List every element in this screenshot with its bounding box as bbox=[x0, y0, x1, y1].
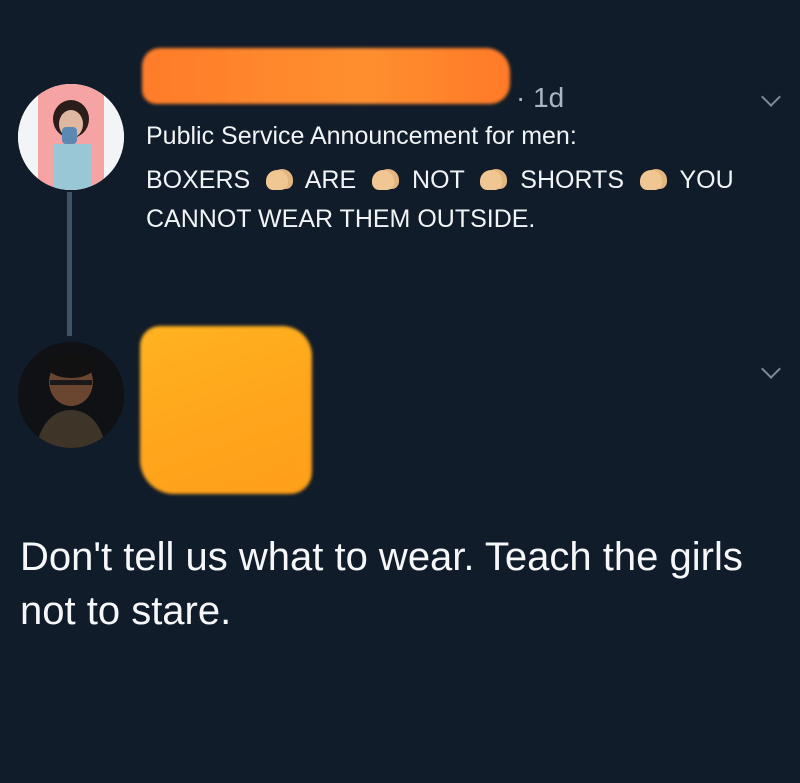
avatar-reply-user[interactable] bbox=[18, 342, 124, 448]
word-not: NOT bbox=[412, 166, 465, 194]
avatar-original-poster[interactable] bbox=[18, 84, 124, 190]
chevron-down-icon[interactable] bbox=[761, 359, 781, 379]
portrait-image bbox=[18, 342, 124, 448]
clapping-hands-icon bbox=[478, 168, 506, 192]
word-shorts: SHORTS bbox=[520, 166, 625, 194]
redacted-reply-username bbox=[140, 326, 312, 494]
timestamp-value: 1d bbox=[533, 82, 565, 113]
word-are: ARE bbox=[304, 166, 357, 194]
thread-connector-line bbox=[67, 192, 72, 336]
tweet-text-line-1: Public Service Announcement for men: bbox=[146, 122, 577, 150]
reply-text: Don't tell us what to wear. Teach the gi… bbox=[20, 535, 743, 633]
redacted-username bbox=[142, 48, 510, 104]
clapping-hands-icon bbox=[370, 168, 398, 192]
portrait-image bbox=[18, 84, 124, 190]
timestamp-separator: · bbox=[516, 82, 526, 113]
clapping-hands-icon bbox=[264, 168, 292, 192]
tweet-text-line-3: CANNOT WEAR THEM OUTSIDE. bbox=[146, 205, 536, 233]
tweet-text-line-2: BOXERS ARE NOT SHORTS YOU bbox=[146, 166, 734, 195]
word-boxers: BOXERS bbox=[146, 166, 251, 194]
clapping-hands-icon bbox=[638, 168, 666, 192]
chevron-down-icon[interactable] bbox=[761, 87, 781, 107]
word-you: YOU bbox=[679, 166, 734, 194]
timestamp[interactable]: · 1d bbox=[516, 82, 564, 114]
